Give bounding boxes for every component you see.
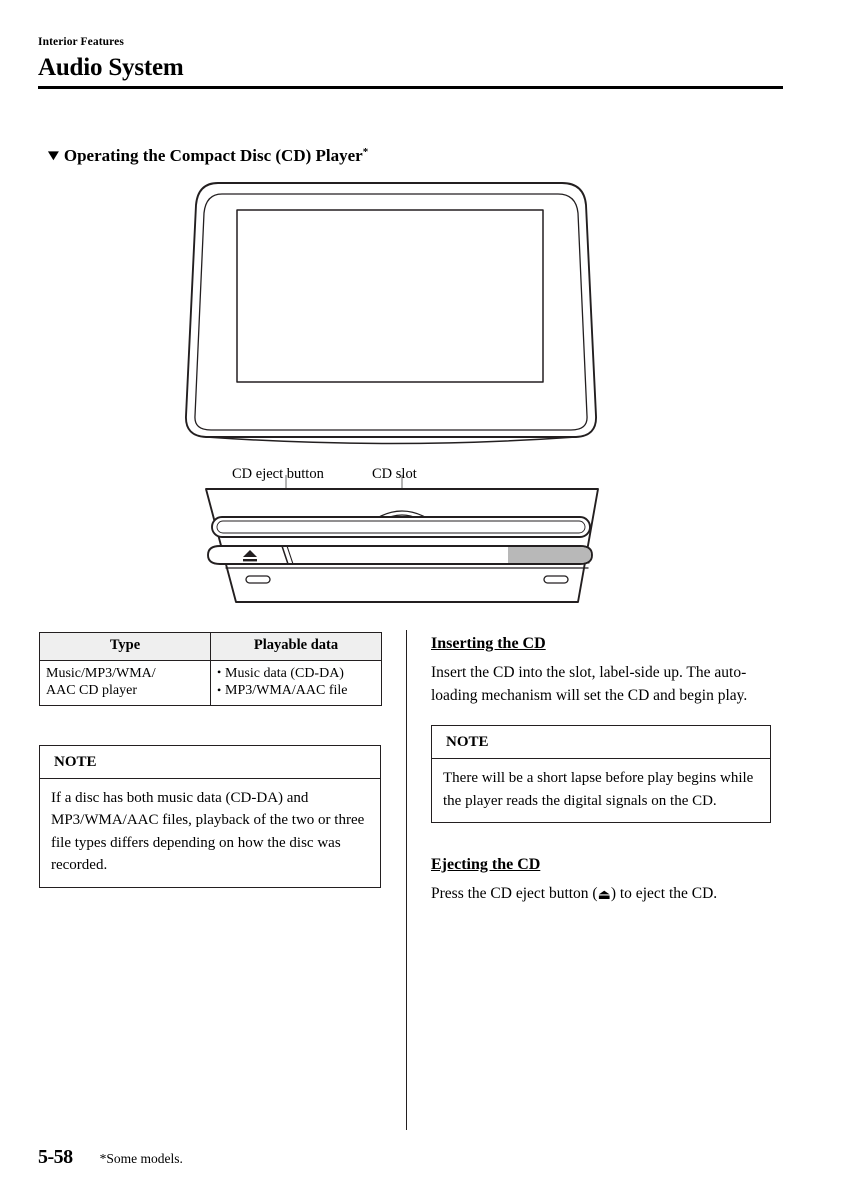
triangle-bullet-icon: ▼: [44, 148, 63, 164]
right-column: Inserting the CD Insert the CD into the …: [431, 634, 776, 908]
callout-label-cd-slot: CD slot: [372, 466, 417, 482]
table-header-type: Type: [39, 632, 211, 661]
ejecting-text-before: Press the CD eject button (: [431, 885, 598, 902]
display-screen: [236, 209, 544, 383]
cd-player-illustration: [150, 178, 690, 623]
ejecting-body-text: Press the CD eject button (⏏) to eject t…: [431, 883, 776, 908]
eject-symbol-icon: ⏏: [597, 888, 611, 903]
header-divider: [38, 86, 783, 89]
ejecting-text-after: ) to eject the CD.: [610, 885, 718, 902]
inserting-body-text: Insert the CD into the slot, label-side …: [431, 664, 748, 704]
note-box-playback-lapse: NOTE There will be a short lapse before …: [431, 725, 771, 823]
left-column: Type Playable data Music/MP3/WMA/ AAC CD…: [39, 632, 382, 888]
chapter-label: Interior Features: [38, 36, 124, 48]
page-number: 5-58: [38, 1146, 73, 1168]
page-title: Audio System: [38, 54, 184, 81]
vent-left: [245, 575, 271, 584]
ejecting-section: Ejecting the CD Press the CD eject butto…: [431, 855, 776, 908]
cell-playable-data: Music data (CD-DA) MP3/WMA/AAC file: [210, 659, 382, 706]
note-body: If a disc has both music data (CD-DA) an…: [51, 789, 365, 874]
list-item: Music data (CD-DA): [217, 664, 376, 683]
footnote-text: *Some models.: [99, 1151, 183, 1166]
note-heading: NOTE: [432, 726, 770, 759]
cell-type: Music/MP3/WMA/ AAC CD player: [39, 659, 211, 706]
inserting-section: Inserting the CD Insert the CD into the …: [431, 634, 776, 707]
page-footer: 5-58 *Some models.: [38, 1146, 783, 1170]
playable-data-list: Music data (CD-DA) MP3/WMA/AAC file: [217, 664, 376, 700]
cd-slot-inner: [216, 520, 586, 534]
page-header: Interior Features Audio System: [38, 36, 783, 89]
cell-type-line-1: Music/MP3/WMA/: [46, 665, 156, 681]
sub-heading-inserting-the-cd: Inserting the CD: [431, 635, 546, 652]
section-heading: ▼Operating the Compact Disc (CD) Player*: [44, 142, 369, 166]
sub-heading-ejecting-the-cd: Ejecting the CD: [431, 856, 541, 873]
footnote-marker: *: [362, 146, 369, 158]
table-header-playable-data: Playable data: [210, 632, 382, 661]
section-heading-text: Operating the Compact Disc (CD) Player: [63, 146, 363, 165]
list-item: MP3/WMA/AAC file: [217, 682, 376, 700]
note-box-disc-types: NOTE If a disc has both music data (CD-D…: [39, 744, 381, 888]
display-base-edge: [205, 436, 577, 445]
playable-data-table: Type Playable data Music/MP3/WMA/ AAC CD…: [39, 632, 382, 706]
cell-type-line-2: AAC CD player: [46, 683, 137, 698]
vent-right: [543, 575, 569, 584]
note-heading: NOTE: [40, 746, 380, 779]
callout-label-cd-eject-button: CD eject button: [232, 466, 324, 482]
note-body: There will be a short lapse before play …: [443, 770, 754, 809]
eject-bar-shade: [508, 547, 591, 563]
column-divider: [406, 630, 407, 1130]
table-header-row: Type Playable data: [39, 632, 382, 661]
table-row: Music/MP3/WMA/ AAC CD player Music data …: [39, 659, 382, 706]
